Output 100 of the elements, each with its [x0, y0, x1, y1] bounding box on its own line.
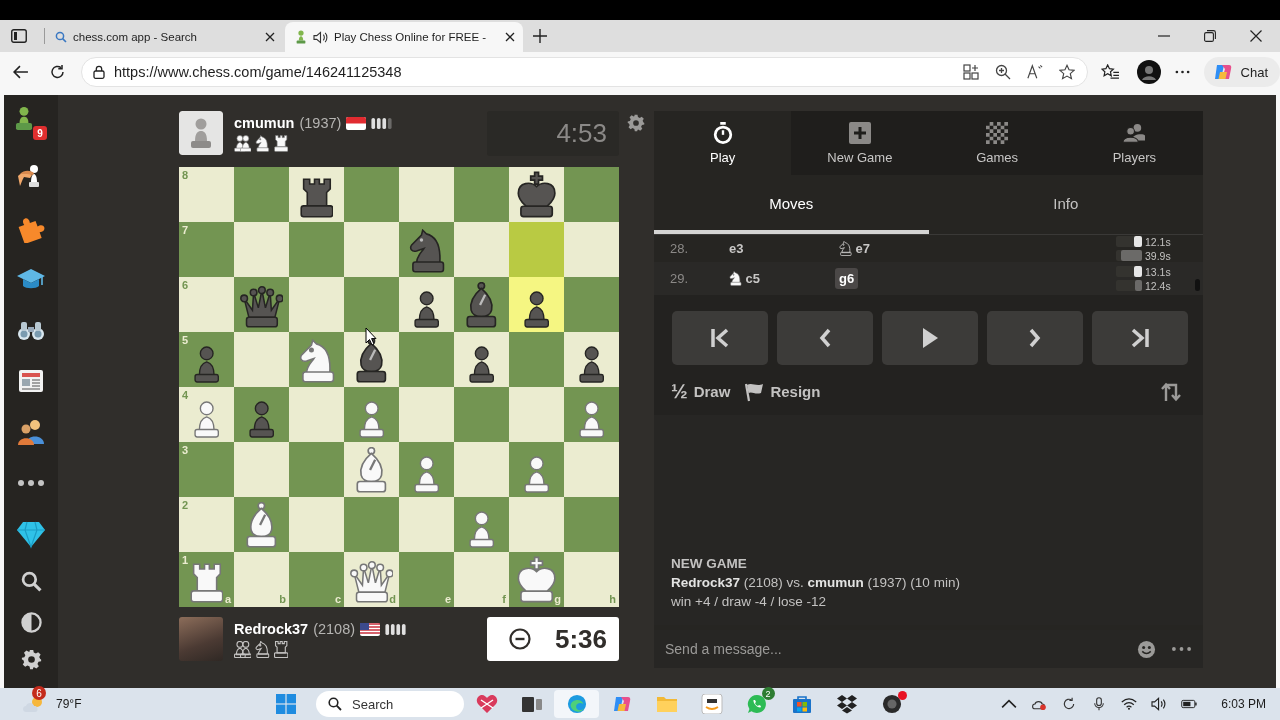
flip-board-button[interactable] — [1161, 381, 1181, 402]
sub-tab[interactable]: Moves — [654, 175, 929, 234]
favorite-star-icon[interactable] — [1058, 64, 1075, 80]
smiley-icon[interactable] — [1137, 639, 1156, 659]
move-notation[interactable]: e7 — [835, 238, 874, 259]
rank-label: 1 — [182, 555, 189, 566]
avatar-photo-placeholder[interactable] — [179, 617, 223, 661]
colorful-logo-icon — [1212, 62, 1233, 82]
start-icon[interactable] — [276, 694, 296, 714]
back-arrow-icon[interactable] — [12, 64, 29, 80]
new-tab-icon[interactable] — [533, 29, 547, 43]
refresh-icon[interactable] — [49, 64, 66, 80]
circle-app-icon[interactable] — [880, 694, 903, 714]
settings-icon[interactable] — [627, 114, 645, 132]
player-name[interactable]: Redrock37 — [234, 621, 309, 637]
shopping-tile-icon[interactable] — [700, 694, 723, 714]
scrollbar-thumb[interactable] — [1195, 279, 1200, 291]
contrast-icon[interactable] — [20, 611, 42, 633]
browser-swirl-icon[interactable] — [565, 694, 588, 714]
address-field[interactable]: https://www.chess.com/game/146241125348 — [114, 64, 947, 80]
nav-tab[interactable]: Players — [1065, 111, 1203, 175]
profile-avatar-icon[interactable] — [1136, 60, 1161, 84]
rank-label: 4 — [182, 390, 189, 401]
battery-icon[interactable] — [1181, 697, 1198, 711]
board-square[interactable] — [344, 332, 399, 387]
lock-icon[interactable] — [93, 65, 105, 79]
heart-pattern-icon[interactable] — [475, 694, 498, 714]
speaker-icon[interactable] — [313, 30, 328, 44]
nav-tab[interactable]: New Game — [791, 111, 929, 175]
rank-label: 2 — [182, 500, 189, 511]
last-move-button[interactable] — [1092, 311, 1188, 365]
resign-button[interactable]: Resign — [741, 379, 824, 404]
read-aloud-icon[interactable] — [1026, 64, 1043, 80]
plus-square-icon — [848, 122, 871, 144]
flag-icon — [346, 116, 367, 130]
browser-tab[interactable]: Play Chess Online for FREE - — [285, 22, 523, 52]
close-icon[interactable] — [505, 32, 515, 42]
play-button[interactable] — [882, 311, 978, 365]
close-icon[interactable] — [1250, 30, 1262, 42]
draw-button[interactable]: ½ Draw — [668, 378, 734, 405]
chat-button[interactable]: Chat — [1203, 57, 1280, 87]
sub-tab[interactable]: Info — [928, 175, 1203, 234]
board-square[interactable] — [454, 332, 509, 387]
move-time: 13.1s — [1145, 265, 1172, 278]
taskbar-search-bar[interactable]: Search — [316, 691, 464, 717]
pawn-favicon-icon — [295, 30, 307, 44]
move-number: 29. — [670, 271, 690, 286]
message-field[interactable]: Send a message... — [663, 640, 1121, 658]
close-icon[interactable] — [265, 32, 275, 42]
pawn-logo-icon[interactable] — [15, 106, 33, 131]
temperature: 79°F — [56, 697, 82, 711]
connection-bars-icon — [371, 117, 393, 129]
speaker-icon[interactable] — [1151, 697, 1168, 711]
move-notation[interactable]: g6 — [835, 268, 859, 289]
apps-icon[interactable] — [962, 64, 979, 80]
store-bag-icon[interactable] — [790, 694, 813, 714]
nav-tab[interactable]: Games — [928, 111, 1066, 175]
rank-label: 8 — [182, 170, 189, 181]
rank-label: 7 — [182, 225, 189, 236]
player-name[interactable]: cmumun — [234, 115, 295, 131]
chat-bubble-icon[interactable] — [745, 694, 768, 714]
move-number: 28. — [670, 241, 690, 256]
favorites-icon[interactable] — [1100, 64, 1120, 80]
rank-label: 5 — [182, 335, 189, 346]
first-move-button[interactable] — [672, 311, 768, 365]
diamond-pattern-icon[interactable] — [835, 694, 858, 714]
task-view-icon[interactable] — [520, 694, 543, 714]
move-time: 39.9s — [1145, 249, 1172, 262]
file-label: b — [279, 594, 286, 605]
chevron-up-icon[interactable] — [1001, 697, 1018, 711]
rank-label: 6 — [182, 280, 189, 291]
restore-icon[interactable] — [1204, 30, 1216, 42]
search-field[interactable]: Search — [352, 696, 442, 712]
board-square[interactable] — [509, 167, 564, 222]
notification-badge: 9 — [33, 126, 47, 140]
file-label: a — [224, 594, 231, 605]
checkerboard-icon — [986, 122, 1009, 144]
move-notation[interactable]: e3 — [725, 238, 748, 259]
board-square[interactable] — [564, 332, 619, 387]
nav-tab[interactable]: Play — [654, 111, 792, 175]
board-square[interactable] — [289, 167, 344, 222]
clock-time[interactable]: 6:03 PM — [1221, 697, 1266, 711]
rank-label: 3 — [182, 445, 189, 456]
search-icon[interactable] — [20, 570, 42, 592]
address-bar[interactable]: https://www.chess.com/game/146241125348 — [81, 57, 1088, 87]
rating-stakes: win +4 / draw -4 / lose -12 — [671, 594, 827, 609]
board-square[interactable] — [399, 277, 454, 332]
wifi-icon[interactable] — [1121, 697, 1138, 711]
settings-icon[interactable] — [20, 648, 42, 670]
file-label: e — [444, 594, 451, 605]
move-notation[interactable]: c5 — [725, 268, 764, 289]
browser-tab[interactable]: chess.com app - Search — [45, 22, 283, 52]
more-icon[interactable] — [1174, 70, 1190, 74]
game-matchup: Redrock37 (2108) vs. cmumun (1937) (10 min) — [671, 575, 961, 590]
sidebar-toggle-icon[interactable] — [11, 29, 27, 43]
search-icon — [55, 30, 67, 44]
board-square[interactable] — [509, 277, 564, 332]
more-icon[interactable] — [18, 479, 44, 486]
zoom-icon[interactable] — [994, 64, 1011, 80]
pawn-avatar-icon[interactable] — [179, 111, 223, 155]
